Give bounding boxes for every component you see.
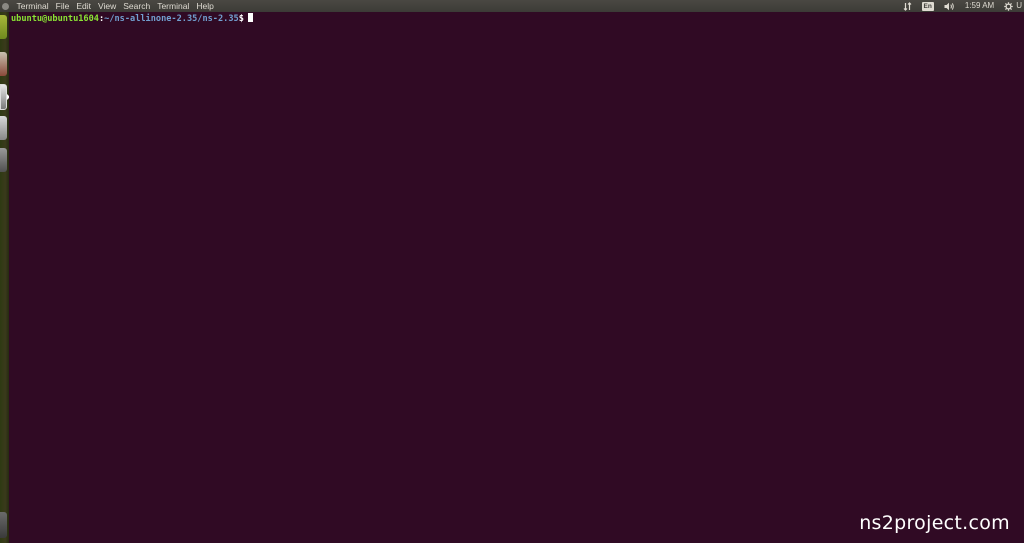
menu-edit[interactable]: Edit bbox=[73, 0, 95, 12]
launcher bbox=[0, 12, 10, 543]
speaker-icon bbox=[944, 2, 954, 10]
clock-text: 1:59 AM bbox=[964, 1, 995, 10]
terminal-output-area[interactable]: ubuntu@ubuntu1604:~/ns-allinone-2.35/ns-… bbox=[9, 12, 1024, 543]
text-cursor bbox=[247, 13, 253, 22]
menu-file[interactable]: File bbox=[52, 0, 73, 12]
window-close-button[interactable] bbox=[2, 2, 9, 10]
keyboard-layout-indicator[interactable]: En bbox=[917, 0, 939, 12]
menu-help[interactable]: Help bbox=[193, 0, 217, 12]
clock-indicator[interactable]: 1:59 AM bbox=[960, 0, 999, 12]
menu-app-title[interactable]: Terminal bbox=[13, 0, 52, 12]
trash-icon[interactable] bbox=[0, 512, 7, 538]
prompt-path: ~/ns-allinone-2.35/ns-2.35 bbox=[104, 14, 239, 24]
volume-indicator[interactable] bbox=[939, 0, 960, 12]
prompt-line: ubuntu@ubuntu1604:~/ns-allinone-2.35/ns-… bbox=[11, 13, 253, 25]
keyboard-layout-badge: En bbox=[921, 1, 934, 11]
session-indicator[interactable]: U bbox=[999, 0, 1024, 12]
menu-view[interactable]: View bbox=[94, 0, 119, 12]
desktop-screen: Terminal File Edit View Search Terminal … bbox=[0, 0, 1024, 543]
prompt-symbol: $ bbox=[238, 14, 244, 24]
network-arrows-icon bbox=[903, 1, 911, 11]
menu-search[interactable]: Search bbox=[120, 0, 154, 12]
indicator-area: En 1:59 AM U bbox=[898, 0, 1024, 12]
browser-icon[interactable] bbox=[0, 84, 7, 110]
prompt-user-host: ubuntu@ubuntu1604 bbox=[11, 14, 99, 24]
terminal-icon[interactable] bbox=[0, 15, 7, 39]
session-label: U bbox=[1016, 1, 1022, 10]
top-panel: Terminal File Edit View Search Terminal … bbox=[0, 0, 1024, 12]
files-icon[interactable] bbox=[0, 52, 7, 76]
menu-bar: Terminal File Edit View Search Terminal … bbox=[13, 0, 217, 12]
settings-icon[interactable] bbox=[0, 148, 7, 172]
gear-icon bbox=[1004, 1, 1013, 11]
text-editor-icon[interactable] bbox=[0, 116, 7, 140]
network-indicator[interactable] bbox=[898, 0, 917, 12]
watermark: ns2project.com bbox=[859, 512, 1010, 534]
menu-terminal[interactable]: Terminal bbox=[154, 0, 193, 12]
